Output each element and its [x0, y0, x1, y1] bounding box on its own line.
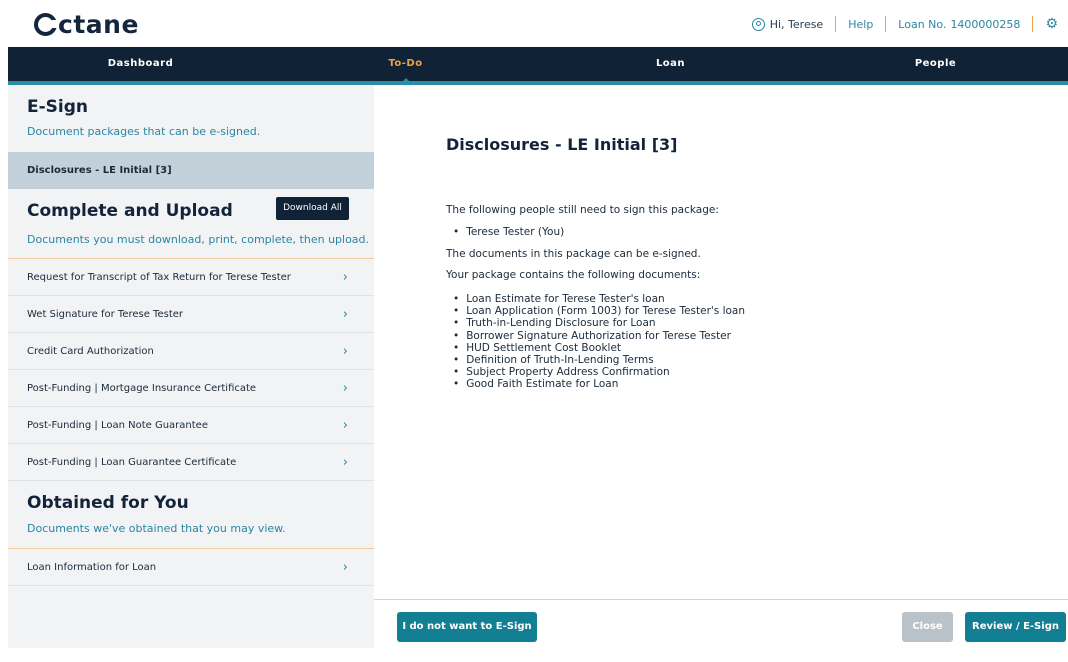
document-item: Truth-in-Lending Disclosure for Loan — [464, 317, 745, 329]
header-separator — [1032, 16, 1034, 32]
esign-info-text: The documents in this package can be e-s… — [446, 248, 701, 260]
document-item: Borrower Signature Authorization for Ter… — [464, 330, 745, 342]
chevron-right-icon: › — [342, 381, 348, 396]
help-link[interactable]: Help — [848, 18, 873, 31]
document-item: Subject Property Address Confirmation — [464, 366, 745, 378]
loan-number-label: Loan No. — [898, 17, 947, 31]
list-item-label: Request for Transcript of Tax Return for… — [27, 272, 291, 283]
list-item-label: Wet Signature for Terese Tester — [27, 309, 184, 320]
octane-logo[interactable]: ctane — [34, 10, 139, 39]
chevron-right-icon: › — [342, 307, 348, 322]
document-item: Loan Estimate for Terese Tester's loan — [464, 293, 745, 305]
loan-number: 1400000258 — [950, 17, 1021, 31]
list-item[interactable]: Post-Funding | Mortgage Insurance Certif… — [8, 370, 374, 407]
chevron-right-icon: › — [342, 560, 348, 575]
list-item[interactable]: Post-Funding | Loan Guarantee Certificat… — [8, 444, 374, 481]
logo-text: ctane — [58, 10, 139, 39]
esign-section-title: E-Sign — [27, 97, 89, 117]
document-item: Loan Application (Form 1003) for Terese … — [464, 305, 745, 317]
need-sign-text: The following people still need to sign … — [446, 204, 719, 216]
nav-todo[interactable]: To-Do — [273, 47, 538, 85]
signer-item: Terese Tester (You) — [464, 226, 564, 238]
list-item[interactable]: Wet Signature for Terese Tester › — [8, 296, 374, 333]
header-actions: Hi, Terese Help Loan No. 1400000258 ⚙ — [751, 16, 1058, 32]
obtained-section-subtitle: Documents we've obtained that you may vi… — [27, 522, 286, 535]
list-item[interactable]: Post-Funding | Loan Note Guarantee › — [8, 407, 374, 444]
review-esign-button[interactable]: Review / E-Sign — [965, 612, 1066, 642]
list-item[interactable]: Credit Card Authorization › — [8, 333, 374, 370]
list-item[interactable]: Loan Information for Loan › — [8, 549, 374, 586]
user-greeting[interactable]: Hi, Terese — [751, 17, 824, 31]
sidebar: E-Sign Document packages that can be e-s… — [8, 85, 374, 648]
esign-package-item[interactable]: Disclosures - LE Initial [3] — [8, 152, 374, 189]
document-item: Definition of Truth-In-Lending Terms — [464, 354, 745, 366]
documents-list: Loan Estimate for Terese Tester's loan L… — [464, 293, 745, 391]
logo-o-mark — [34, 13, 58, 36]
chevron-right-icon: › — [342, 344, 348, 359]
package-title: Disclosures - LE Initial [3] — [446, 135, 678, 154]
chevron-right-icon: › — [342, 418, 348, 433]
chevron-right-icon: › — [342, 270, 348, 285]
nav-loan[interactable]: Loan — [538, 47, 803, 81]
obtained-section-title: Obtained for You — [27, 493, 189, 513]
complete-section-title: Complete and Upload — [27, 201, 233, 221]
greeting-text: Hi, Terese — [769, 17, 824, 31]
list-item-label: Credit Card Authorization — [27, 346, 154, 357]
action-footer: I do not want to E-Sign Close Review / E… — [374, 599, 1068, 648]
complete-section-subtitle: Documents you must download, print, comp… — [27, 233, 370, 246]
close-button[interactable]: Close — [902, 612, 953, 642]
list-item-label: Post-Funding | Loan Note Guarantee — [27, 420, 208, 431]
nav-dashboard[interactable]: Dashboard — [8, 47, 273, 81]
header-separator — [885, 16, 887, 32]
download-all-button[interactable]: Download All — [276, 197, 349, 220]
list-item-label: Post-Funding | Mortgage Insurance Certif… — [27, 383, 257, 394]
chevron-right-icon: › — [342, 455, 348, 470]
document-item: Good Faith Estimate for Loan — [464, 378, 745, 390]
gear-icon[interactable]: ⚙ — [1045, 16, 1058, 32]
top-bar: ctane Hi, Terese Help Loan No. 140000025… — [0, 0, 1068, 48]
list-item[interactable]: Request for Transcript of Tax Return for… — [8, 259, 374, 296]
list-item-label: Post-Funding | Loan Guarantee Certificat… — [27, 457, 237, 468]
document-item: HUD Settlement Cost Booklet — [464, 342, 745, 354]
decline-esign-button[interactable]: I do not want to E-Sign — [397, 612, 537, 642]
esign-section-subtitle: Document packages that can be e-signed. — [27, 125, 261, 138]
nav-people[interactable]: People — [803, 47, 1068, 81]
main-nav: Dashboard To-Do Loan People — [8, 47, 1068, 85]
header-separator — [835, 16, 837, 32]
package-detail: Disclosures - LE Initial [3] The followi… — [374, 85, 1068, 599]
contains-text: Your package contains the following docu… — [446, 269, 701, 281]
list-item-label: Loan Information for Loan — [27, 562, 157, 573]
user-circle-icon — [751, 17, 765, 31]
signers-list: Terese Tester (You) — [464, 226, 564, 238]
